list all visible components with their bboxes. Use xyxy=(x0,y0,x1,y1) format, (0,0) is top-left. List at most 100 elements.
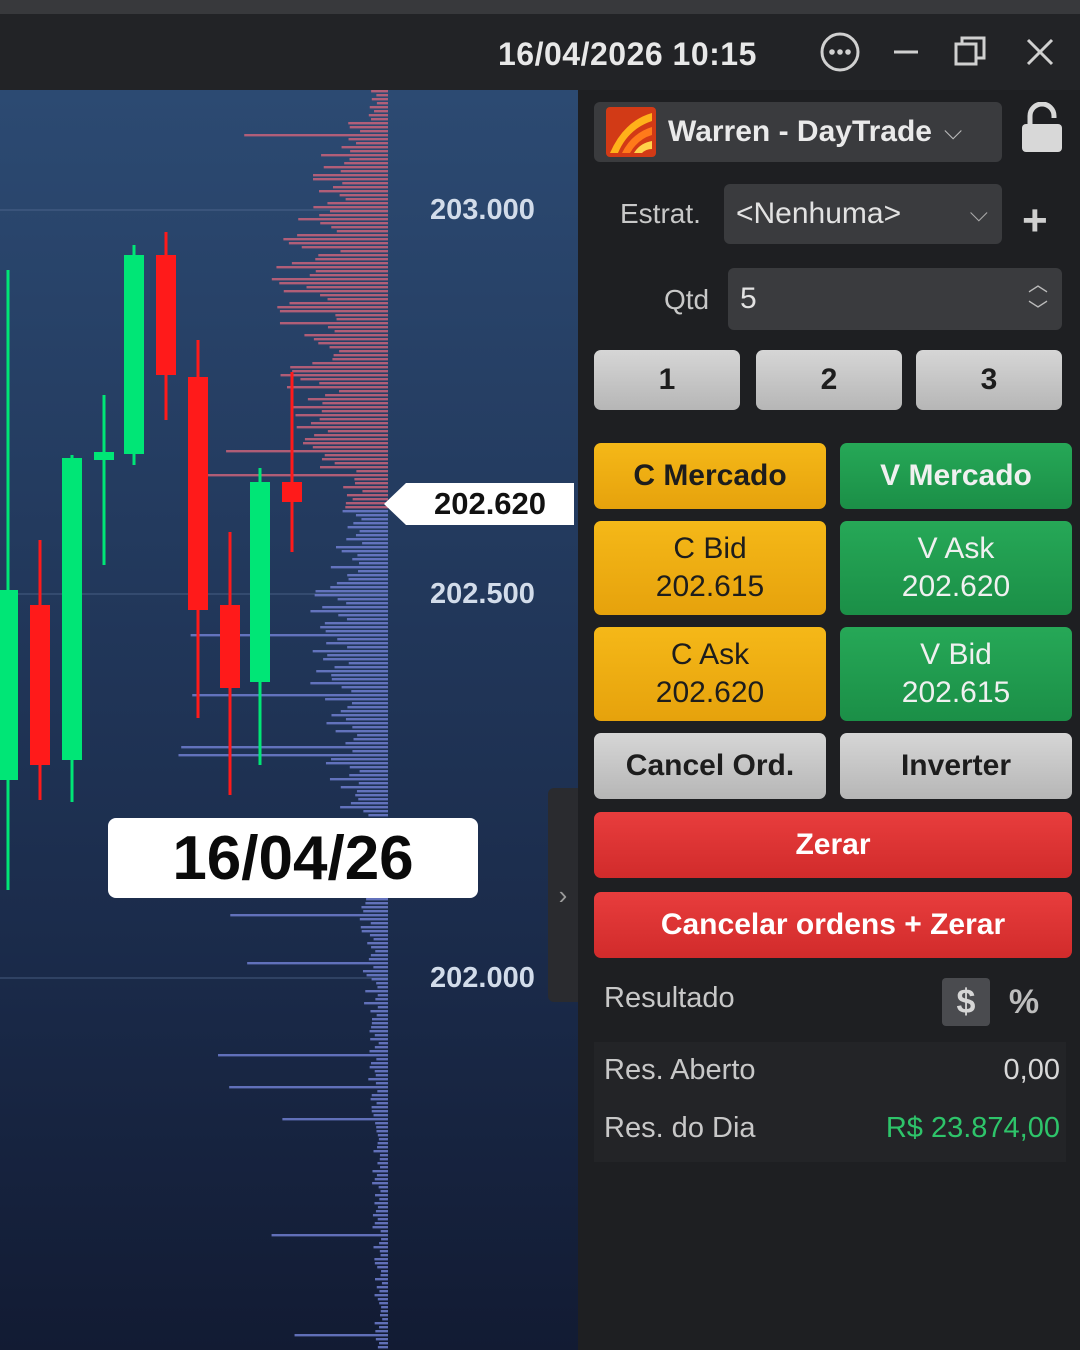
volume-bar xyxy=(352,558,388,561)
volume-bar xyxy=(362,542,388,545)
zero-position-button[interactable]: Zerar xyxy=(594,812,1072,878)
volume-bar xyxy=(373,1246,388,1249)
volume-bar xyxy=(366,974,388,977)
volume-bar xyxy=(319,214,388,217)
candle-body-0 xyxy=(0,590,18,780)
preset-qty-2-button[interactable]: 2 xyxy=(756,350,902,410)
volume-bar xyxy=(370,1098,388,1101)
volume-bar xyxy=(372,1170,388,1173)
volume-bar xyxy=(358,798,388,801)
add-strategy-icon[interactable]: + xyxy=(1022,196,1048,246)
quantity-input[interactable]: 5 ︿ ﹀ xyxy=(728,268,1062,330)
price-chart[interactable] xyxy=(0,90,578,1350)
panel-collapse-tab[interactable]: › xyxy=(548,788,578,1002)
result-title: Resultado xyxy=(604,982,735,1014)
volume-bar xyxy=(375,1338,388,1341)
volume-bar xyxy=(332,358,388,361)
volume-bar xyxy=(323,658,388,661)
volume-bar xyxy=(380,1166,388,1169)
volume-bar xyxy=(369,1030,388,1033)
last-price-pointer xyxy=(384,483,406,525)
volume-bar xyxy=(355,534,388,537)
volume-bar xyxy=(378,1186,388,1189)
volume-bar xyxy=(334,666,388,669)
cancel-and-zero-button[interactable]: Cancelar ordens + Zerar xyxy=(594,892,1072,958)
volume-bar xyxy=(295,414,388,417)
title-bar: 16/04/2026 10:15 xyxy=(0,0,1080,90)
volume-bar xyxy=(378,1042,388,1045)
volume-bar xyxy=(377,1146,388,1149)
volume-bar xyxy=(380,1230,388,1233)
volume-bar xyxy=(374,1294,388,1297)
volume-bar xyxy=(357,734,388,737)
volume-bar xyxy=(303,442,388,445)
more-icon[interactable] xyxy=(816,28,864,76)
volume-bar xyxy=(375,1082,388,1085)
volume-bar xyxy=(320,222,388,225)
volume-bar xyxy=(301,246,388,249)
volume-bar xyxy=(377,1298,388,1301)
volume-bar xyxy=(372,1226,388,1229)
candle-body-8 xyxy=(250,482,270,682)
percent-toggle-button[interactable]: % xyxy=(1000,978,1048,1026)
window-datetime: 16/04/2026 10:15 xyxy=(498,36,757,72)
volume-bar xyxy=(335,314,388,317)
volume-bar xyxy=(373,1150,388,1153)
volume-bar xyxy=(376,102,388,105)
volume-bar xyxy=(377,994,388,997)
sell-ask-button[interactable]: V Ask 202.620 xyxy=(840,521,1072,615)
lock-open-icon[interactable] xyxy=(1018,102,1066,154)
strategy-select[interactable]: <Nenhuma> ⌵ xyxy=(724,184,1002,244)
sell-ask-label: V Ask xyxy=(917,532,995,565)
cancel-orders-button[interactable]: Cancel Ord. xyxy=(594,733,826,799)
volume-bar xyxy=(371,1094,388,1097)
volume-bar xyxy=(334,462,388,465)
chevron-down-icon[interactable]: ﹀ xyxy=(1028,298,1048,324)
volume-bar xyxy=(369,1050,388,1053)
buy-bid-label: C Bid xyxy=(673,532,747,565)
volume-bar xyxy=(283,290,388,293)
volume-bar xyxy=(374,1222,388,1225)
volume-bar xyxy=(337,638,388,641)
volume-bar xyxy=(351,702,388,705)
volume-bar xyxy=(330,586,388,589)
buy-market-button[interactable]: C Mercado xyxy=(594,443,826,509)
sell-market-button[interactable]: V Mercado xyxy=(840,443,1072,509)
volume-bar xyxy=(347,574,388,577)
account-selector[interactable]: Warren - DayTrade ⌵ xyxy=(594,102,1002,162)
minimize-icon[interactable] xyxy=(882,28,930,76)
date-overlay: 16/04/26 xyxy=(108,818,478,898)
volume-bar xyxy=(380,1310,388,1313)
volume-bar xyxy=(374,110,388,113)
volume-bar xyxy=(208,474,388,477)
volume-bar xyxy=(353,738,388,741)
volume-bar xyxy=(331,714,388,717)
close-icon[interactable] xyxy=(1016,28,1064,76)
volume-bar xyxy=(244,134,388,137)
sell-bid-button[interactable]: V Bid 202.615 xyxy=(840,627,1072,721)
volume-bar xyxy=(286,386,388,389)
preset-qty-1-button[interactable]: 1 xyxy=(594,350,740,410)
invert-position-button[interactable]: Inverter xyxy=(840,733,1072,799)
volume-bar xyxy=(379,1198,388,1201)
volume-bar xyxy=(371,90,388,93)
chevron-up-icon[interactable]: ︿ xyxy=(1028,272,1048,298)
currency-toggle-button[interactable]: $ xyxy=(942,978,990,1026)
quantity-stepper[interactable]: ︿ ﹀ xyxy=(1028,272,1048,324)
buy-ask-button[interactable]: C Ask 202.620 xyxy=(594,627,826,721)
volume-bar xyxy=(374,1070,388,1073)
volume-bar xyxy=(247,962,388,965)
strategy-label: Estrat. xyxy=(620,198,701,229)
volume-bar xyxy=(320,466,388,469)
volume-bar xyxy=(373,938,388,941)
volume-bar xyxy=(368,1078,388,1081)
volume-bar xyxy=(371,1026,388,1029)
volume-bar xyxy=(324,622,388,625)
preset-qty-3-button[interactable]: 3 xyxy=(916,350,1062,410)
restore-icon[interactable] xyxy=(946,28,994,76)
volume-bar xyxy=(371,1110,388,1113)
volume-bar xyxy=(370,922,388,925)
buy-bid-button[interactable]: C Bid 202.615 xyxy=(594,521,826,615)
volume-bar xyxy=(337,598,388,601)
volume-bar xyxy=(325,394,388,397)
